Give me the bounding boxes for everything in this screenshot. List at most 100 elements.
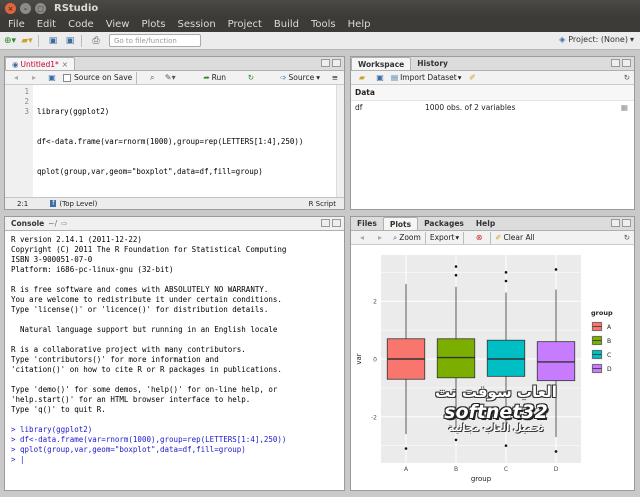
source-on-save-checkbox[interactable] bbox=[63, 73, 71, 82]
box-D bbox=[536, 341, 576, 382]
menu-session[interactable]: Session bbox=[178, 19, 216, 30]
filetype-label[interactable]: R Script bbox=[309, 200, 336, 208]
back-arrow-icon[interactable]: ◂ bbox=[9, 71, 23, 85]
goto-directory-icon[interactable]: ⇨ bbox=[61, 219, 67, 228]
forward-arrow-icon[interactable]: ▸ bbox=[27, 71, 41, 85]
menu-code[interactable]: Code bbox=[68, 19, 94, 30]
close-window-button[interactable]: × bbox=[5, 3, 16, 14]
menu-tools[interactable]: Tools bbox=[311, 19, 336, 30]
outlier-point bbox=[504, 279, 508, 283]
plot-area: -2 0 2 A B C Dgroup var group A B C D العاب سوفت نت … bbox=[351, 245, 634, 490]
project-label: Project: (None) bbox=[568, 35, 628, 44]
tab-files[interactable]: Files bbox=[351, 217, 383, 230]
refresh-icon[interactable]: ↻ bbox=[624, 73, 630, 82]
minimize-pane-icon[interactable] bbox=[321, 59, 330, 67]
save-all-icon[interactable]: ▣ bbox=[63, 34, 77, 48]
scope-label[interactable]: (Top Level) bbox=[59, 200, 97, 208]
outlier-point bbox=[504, 271, 508, 274]
export-button[interactable]: Export ▾ bbox=[430, 233, 459, 242]
console-output[interactable]: R version 2.14.1 (2011-12-22) Copyright (… bbox=[5, 231, 344, 490]
console-line: Type 'q()' to quit R. bbox=[11, 405, 106, 414]
broom-icon[interactable]: ✐ bbox=[466, 71, 480, 85]
console-command: > qplot(group,var,geom="boxplot",data=df… bbox=[11, 445, 246, 454]
clear-all-button[interactable]: ✐ Clear All bbox=[495, 233, 535, 242]
y-axis-label: var bbox=[355, 353, 363, 364]
minimize-pane-icon[interactable] bbox=[321, 219, 330, 227]
console-line: 'help.start()' for an HTML browser inter… bbox=[11, 395, 251, 404]
maximize-pane-icon[interactable] bbox=[332, 59, 341, 67]
save-icon[interactable]: ▣ bbox=[46, 34, 60, 48]
run-button[interactable]: ➦ Run bbox=[203, 73, 226, 82]
refresh-icon[interactable]: ↻ bbox=[624, 233, 630, 242]
tab-packages[interactable]: Packages bbox=[418, 217, 470, 230]
plots-pane: Files Plots Packages Help ◂ ▸ ⌕ Zoom Exp… bbox=[350, 216, 635, 491]
print-icon[interactable]: ⎙ bbox=[89, 34, 103, 48]
open-folder-icon[interactable]: ▰ bbox=[355, 71, 369, 85]
maximize-pane-icon[interactable] bbox=[622, 219, 631, 227]
x-tick-label: A bbox=[404, 466, 409, 473]
menu-view[interactable]: View bbox=[106, 19, 130, 30]
tab-console[interactable]: Console ~/ ⇨ bbox=[5, 217, 73, 230]
project-menu[interactable]: ◈ Project: (None) ▾ bbox=[559, 35, 634, 44]
menu-plots[interactable]: Plots bbox=[141, 19, 165, 30]
minimize-pane-icon[interactable] bbox=[611, 219, 620, 227]
rerun-icon[interactable]: ↻ bbox=[248, 73, 254, 82]
new-file-icon[interactable]: ⊕▾ bbox=[3, 34, 17, 48]
menu-edit[interactable]: Edit bbox=[37, 19, 56, 30]
goto-file-input[interactable]: Go to file/function bbox=[109, 34, 201, 47]
workspace-pane-controls bbox=[611, 59, 631, 67]
maximize-pane-icon[interactable] bbox=[332, 219, 341, 227]
close-tab-icon[interactable]: × bbox=[62, 60, 68, 69]
save-source-icon[interactable]: ▣ bbox=[45, 71, 59, 85]
source-button[interactable]: ➩ Source ▾ bbox=[280, 73, 320, 82]
tab-plots[interactable]: Plots bbox=[382, 217, 419, 230]
maximize-pane-icon[interactable] bbox=[622, 59, 631, 67]
outlier-point bbox=[554, 450, 558, 453]
menu-file[interactable]: File bbox=[8, 19, 25, 30]
line-number: 3 bbox=[24, 107, 29, 116]
code-editor[interactable]: 1 2 3 library(ggplot2) df<-data.frame(va… bbox=[5, 85, 344, 197]
console-line: Type 'contributors()' for more informati… bbox=[11, 355, 219, 364]
data-section-label: Data bbox=[355, 88, 375, 97]
maximize-window-button[interactable]: □ bbox=[35, 3, 46, 14]
import-dataset-button[interactable]: ▤ Import Dataset ▾ bbox=[391, 73, 462, 82]
tab-history[interactable]: History bbox=[411, 57, 454, 70]
menu-help[interactable]: Help bbox=[348, 19, 371, 30]
watermark-line2: softnet32 bbox=[444, 401, 548, 423]
workspace-section-header: Data bbox=[351, 85, 634, 101]
code-tools-icon[interactable]: ✎▾ bbox=[163, 71, 177, 85]
workspace-toolbar: ▰ ▣ ▤ Import Dataset ▾ ✐ ↻ bbox=[351, 71, 634, 85]
search-icon[interactable]: ⌕ bbox=[145, 71, 159, 85]
tab-untitled1[interactable]: ◉ Untitled1* × bbox=[5, 57, 76, 70]
open-folder-icon[interactable]: ▰▾ bbox=[20, 34, 34, 48]
zoom-button[interactable]: ⌕ Zoom bbox=[393, 233, 421, 243]
workspace-row[interactable]: df 1000 obs. of 2 variables ▦ bbox=[351, 101, 634, 114]
broom-icon: ✐ bbox=[495, 233, 502, 242]
boxplot-chart: -202A B C DgroupvargroupABCD bbox=[355, 255, 613, 483]
menu-project[interactable]: Project bbox=[228, 19, 262, 30]
outline-icon[interactable]: ≡ bbox=[332, 73, 338, 82]
tab-workspace[interactable]: Workspace bbox=[351, 57, 412, 70]
remove-plot-icon[interactable]: ⊗ bbox=[472, 231, 486, 245]
window-titlebar: × – □ RStudio bbox=[0, 0, 640, 17]
tab-help[interactable]: Help bbox=[470, 217, 501, 230]
run-label: Run bbox=[211, 73, 226, 82]
watermark-line3: تحميل العاب مجانية bbox=[448, 423, 544, 434]
code-line: qplot(group,var,geom="boxplot",data=df,f… bbox=[37, 167, 263, 176]
save-icon[interactable]: ▣ bbox=[373, 71, 387, 85]
minimize-pane-icon[interactable] bbox=[611, 59, 620, 67]
code-line: df<-data.frame(var=rnorm(1000),group=rep… bbox=[37, 137, 304, 146]
clear-all-label: Clear All bbox=[503, 233, 535, 242]
view-table-icon[interactable]: ▦ bbox=[621, 103, 628, 112]
chevron-down-icon: ▾ bbox=[457, 73, 462, 82]
editor-scrollbar[interactable] bbox=[336, 85, 344, 197]
source-pane: ◉ Untitled1* × ◂ ▸ ▣ Source on Save ⌕ ✎▾… bbox=[4, 56, 345, 210]
project-icon: ◈ bbox=[559, 35, 566, 44]
back-arrow-icon[interactable]: ◂ bbox=[355, 231, 369, 245]
run-arrow-icon: ➦ bbox=[203, 73, 210, 82]
menu-build[interactable]: Build bbox=[274, 19, 299, 30]
outlier-point bbox=[554, 268, 558, 271]
window-title: RStudio bbox=[54, 3, 99, 14]
minimize-window-button[interactable]: – bbox=[20, 3, 31, 14]
forward-arrow-icon[interactable]: ▸ bbox=[373, 231, 387, 245]
